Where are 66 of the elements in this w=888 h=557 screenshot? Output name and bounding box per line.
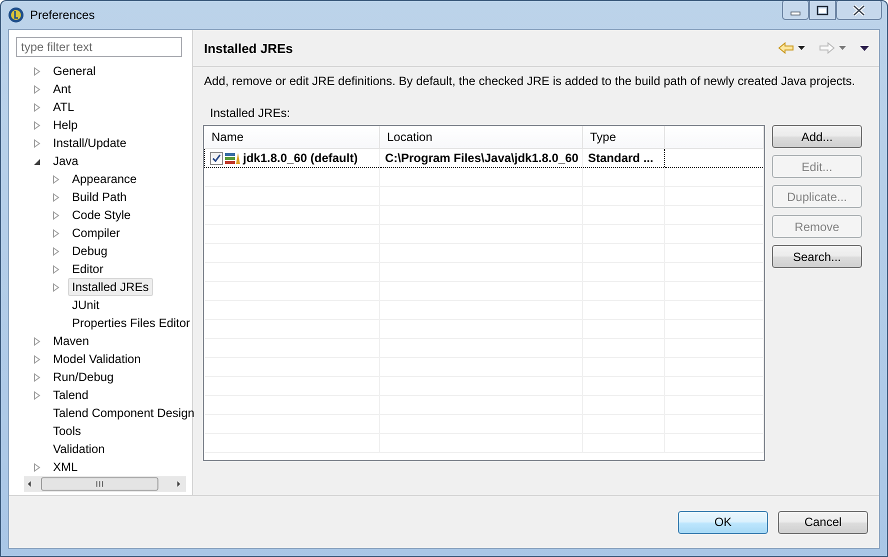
checkbox[interactable] [210,152,223,164]
expand-arrow-icon[interactable] [33,336,41,346]
tree-item[interactable]: Talend Component Design [49,404,198,422]
tree-item[interactable]: Installed JREs [68,278,153,296]
side-button[interactable]: Add... [772,125,862,148]
expand-arrow-icon[interactable] [52,192,60,202]
description-text: Add, remove or edit JRE definitions. By default, the checked JRE is added to the build path of newly created Java projects. [204,74,856,88]
tree-item[interactable]: Properties Files Editor [68,314,194,332]
expand-arrow-icon[interactable] [33,354,41,364]
window-title: Preferences [30,8,95,22]
expand-arrow-icon[interactable] [52,282,60,292]
app-icon [8,7,24,23]
tree-item[interactable]: Code Style [68,206,135,224]
expand-arrow-icon[interactable] [33,462,41,472]
expand-arrow-icon[interactable] [33,138,41,148]
expand-arrow-icon[interactable] [33,120,41,130]
expand-arrow-icon[interactable] [52,174,60,184]
close-button[interactable] [836,1,882,20]
tree-item[interactable]: ATL [49,98,78,116]
table-cell: C:\Program Files\Java\jdk1.8.0_60 [385,151,578,165]
tree-item[interactable]: Debug [68,242,112,260]
column-header[interactable]: Location [380,126,582,148]
tree-item[interactable]: Run/Debug [49,368,118,386]
column-header[interactable]: Name [204,126,380,148]
page-title: Installed JREs [204,40,293,56]
tree-item[interactable]: Validation [49,440,109,458]
tree-item[interactable]: General [49,62,100,80]
table-cell: jdk1.8.0_60 (default) [243,151,358,165]
tree-item[interactable]: Install/Update [49,134,130,152]
table-cell: Standard ... [588,151,654,165]
tree-item[interactable]: Maven [49,332,94,350]
table-row[interactable]: jdk1.8.0_60 (default) C:\Program Files\Java\jdk1.8.0_60 Standard ... [204,148,764,168]
tree-item[interactable]: XML [49,458,82,476]
expand-arrow-icon[interactable] [52,264,60,274]
dialog-button[interactable]: OK [678,510,768,534]
tree-item[interactable]: Editor [68,260,108,278]
tree-item[interactable]: Ant [49,80,76,98]
tree-item[interactable]: Java [49,152,82,170]
expand-arrow-icon[interactable] [33,372,41,382]
view-menu-icon[interactable] [860,46,869,50]
maximize-button[interactable] [809,1,836,20]
expand-arrow-icon[interactable] [52,246,60,256]
dropdown-caret-icon[interactable] [798,46,805,50]
tree-item[interactable]: Compiler [68,224,124,242]
dialog-button[interactable]: Cancel [778,510,868,534]
filter-field[interactable]: type filter text [16,37,182,57]
expand-arrow-icon[interactable] [33,84,41,94]
tree-item[interactable]: Appearance [68,170,141,188]
column-header[interactable]: Type [582,126,664,148]
expand-arrow-icon[interactable] [52,228,60,238]
table-label: Installed JREs: [210,106,292,120]
expand-arrow-icon[interactable] [33,66,41,76]
horizontal-scrollbar[interactable] [24,476,186,492]
collapse-arrow-icon[interactable] [33,156,41,166]
tree-item[interactable]: JUnit [68,296,104,314]
tree-item[interactable]: Talend [49,386,92,404]
expand-arrow-icon[interactable] [33,102,41,112]
expand-arrow-icon[interactable] [33,390,41,400]
tree-item[interactable]: Build Path [68,188,131,206]
expand-arrow-icon[interactable] [52,210,60,220]
minimize-button[interactable] [782,1,809,20]
side-button[interactable]: Search... [772,245,862,268]
tree-item[interactable]: Tools [49,422,86,440]
library-icon [225,151,241,165]
tree-item[interactable]: Model Validation [49,350,145,368]
tree-item[interactable]: Help [49,116,82,134]
